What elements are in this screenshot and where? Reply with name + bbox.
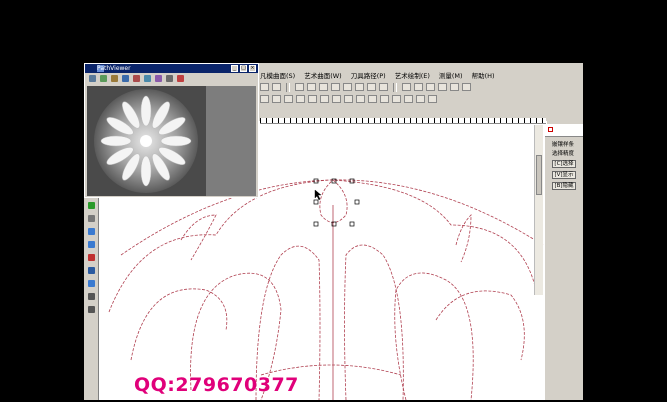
petal-1 — [130, 288, 228, 361]
3d-preview-viewport[interactable] — [87, 86, 206, 196]
tool-button[interactable] — [260, 83, 269, 91]
tool-button[interactable] — [284, 95, 293, 103]
selected-drop — [319, 179, 348, 223]
petal-6 — [435, 290, 525, 361]
curve-icon[interactable] — [87, 241, 95, 248]
menu-help[interactable]: 帮助(H) — [472, 70, 495, 81]
tool-button[interactable] — [332, 95, 341, 103]
minimize-button[interactable]: _ — [231, 65, 238, 72]
tool-button[interactable] — [260, 95, 269, 103]
menu-freeform-surface[interactable]: 凡模曲面(S) — [260, 70, 295, 81]
maximize-button[interactable]: □ — [240, 65, 247, 72]
point-icon[interactable] — [87, 254, 95, 261]
pan-icon[interactable] — [111, 75, 118, 82]
panel-label-precision: 选择精度 — [552, 151, 575, 157]
measure-icon[interactable] — [87, 293, 95, 300]
rotate-icon[interactable] — [87, 306, 95, 313]
mouse-cursor — [314, 189, 322, 201]
relief-center — [140, 135, 152, 147]
tool-button[interactable] — [392, 95, 401, 103]
tool-button[interactable] — [319, 83, 328, 91]
tool-button[interactable] — [343, 83, 352, 91]
menu-measure[interactable]: 测量(M) — [439, 70, 463, 81]
tool-button[interactable] — [320, 95, 329, 103]
vertical-scrollbar[interactable] — [534, 125, 543, 295]
tool-button[interactable] — [308, 95, 317, 103]
offset-icon[interactable] — [87, 280, 95, 287]
tool-button[interactable] — [462, 83, 471, 91]
tool-button[interactable] — [355, 83, 364, 91]
left-leaf — [180, 214, 217, 261]
right-leaf — [455, 214, 472, 263]
menu-toolpath[interactable]: 刀具路径(P) — [351, 70, 386, 81]
preview-side-area — [206, 86, 256, 196]
scrollbar-thumb[interactable] — [536, 155, 542, 195]
watermark-text: QQ:279670377 — [134, 374, 299, 396]
path-viewer-titlebar: PathViewer _ □ × — [85, 64, 258, 73]
tool-button[interactable] — [428, 95, 437, 103]
menu-art-draw[interactable]: 艺术绘制(E) — [395, 70, 430, 81]
color-swatch[interactable] — [548, 127, 553, 132]
petal-5 — [394, 272, 474, 401]
left-toolbox — [84, 198, 98, 400]
panel-header — [545, 124, 583, 137]
tool-button[interactable] — [426, 83, 435, 91]
tool-button[interactable] — [295, 83, 304, 91]
tool-button[interactable] — [414, 83, 423, 91]
select-icon[interactable] — [87, 202, 95, 209]
toolbar-separator — [286, 83, 290, 92]
tool-button[interactable] — [272, 95, 281, 103]
close-button[interactable]: × — [249, 65, 256, 72]
tool-button[interactable] — [356, 95, 365, 103]
toolbar-row-1 — [260, 83, 471, 93]
tool-button[interactable] — [438, 83, 447, 91]
tool-button[interactable] — [272, 83, 281, 91]
selection-handles — [313, 178, 360, 227]
path-viewer-toolbar — [89, 75, 184, 82]
tool-button[interactable] — [367, 83, 376, 91]
tool-button[interactable] — [450, 83, 459, 91]
render-icon[interactable] — [133, 75, 140, 82]
zoom-icon[interactable] — [100, 75, 107, 82]
light-icon[interactable] — [155, 75, 162, 82]
path-viewer-title: PathViewer — [97, 65, 131, 72]
tool-button[interactable] — [416, 95, 425, 103]
toolbar-row-2 — [260, 95, 437, 105]
tool-button[interactable] — [307, 83, 316, 91]
shade-icon[interactable] — [144, 75, 151, 82]
tool-button[interactable] — [404, 95, 413, 103]
transform-icon[interactable] — [87, 267, 95, 274]
tool-button[interactable] — [380, 95, 389, 103]
settings-icon[interactable] — [166, 75, 173, 82]
toolbar — [260, 82, 583, 106]
draw-icon[interactable] — [87, 228, 95, 235]
panel-label-spline: 嵌镶样条 — [552, 142, 575, 148]
select-button[interactable]: [C]选择 — [552, 160, 576, 168]
tool-button[interactable] — [296, 95, 305, 103]
properties-panel: 嵌镶样条 选择精度 [C]选择 [V]显示 [B]隐藏 — [545, 124, 583, 400]
tool-button[interactable] — [331, 83, 340, 91]
rendered-flower-relief — [94, 89, 198, 193]
menu-art-surface[interactable]: 艺术曲面(W) — [304, 70, 342, 81]
tool-button[interactable] — [368, 95, 377, 103]
tool-button[interactable] — [344, 95, 353, 103]
show-button[interactable]: [V]显示 — [552, 171, 576, 179]
node-icon[interactable] — [87, 215, 95, 222]
menu-bar: 凡模曲面(S) 艺术曲面(W) 刀具路径(P) 艺术绘制(E) 测量(M) 帮助… — [260, 70, 495, 81]
open-icon[interactable] — [89, 75, 96, 82]
tool-button[interactable] — [379, 83, 388, 91]
rotate-view-icon[interactable] — [122, 75, 129, 82]
tool-button[interactable] — [402, 83, 411, 91]
horizontal-ruler — [260, 118, 546, 124]
help-icon[interactable] — [177, 75, 184, 82]
path-viewer-window: PathViewer _ □ × — [84, 63, 259, 198]
hide-button[interactable]: [B]隐藏 — [552, 182, 576, 190]
toolbar-separator — [393, 83, 397, 92]
